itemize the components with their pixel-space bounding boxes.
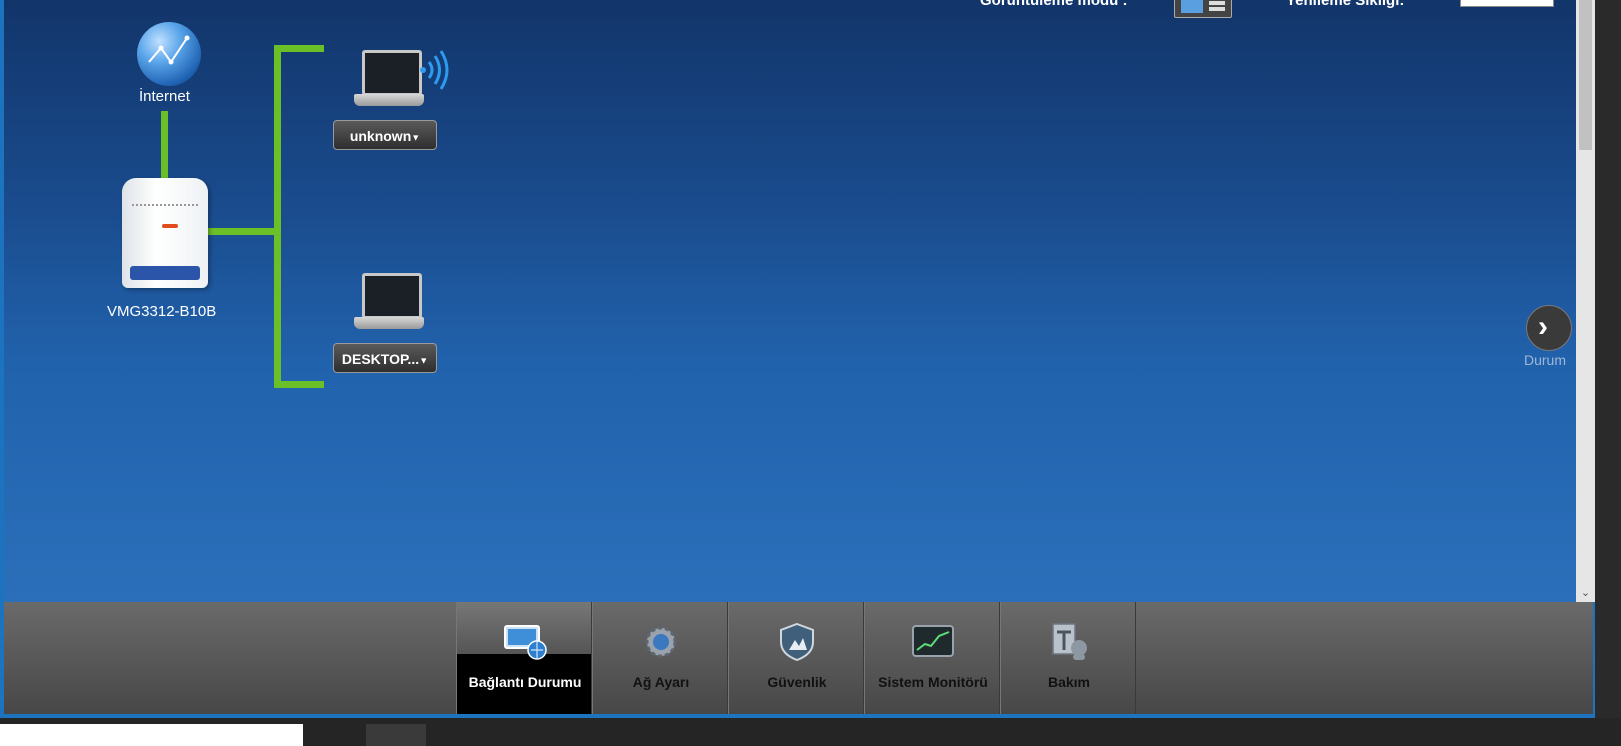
tab-label: Güvenlik [767,674,827,690]
tab-maintenance[interactable]: Bakım [1000,602,1136,714]
tab-connection-status[interactable]: Bağlantı Durumu [456,602,592,714]
taskbar-search[interactable] [0,724,303,746]
wifi-icon [420,50,449,90]
chevron-down-icon: ▼ [411,132,421,143]
router-icon[interactable] [122,178,208,288]
maintenance-icon [1052,623,1087,660]
app-frame: Görüntüleme modu : Yenileme Sıklığı: İnt… [0,0,1595,718]
lan-bus [274,45,281,388]
internet-globe-icon[interactable] [137,22,201,86]
refresh-select[interactable] [1460,0,1554,7]
laptop-icon[interactable] [354,273,424,335]
network-map-panel: Görüntüleme modu : Yenileme Sıklığı: İnt… [4,0,1576,602]
vertical-scrollbar[interactable]: ⌄ [1576,0,1595,602]
tab-system-monitor[interactable]: Sistem Monitörü [864,602,1000,714]
tab-label: Ağ Ayarı [632,674,690,690]
device-name: DESKTOP... [341,351,420,367]
taskbar-item[interactable] [366,724,426,746]
tab-network-settings[interactable]: Ağ Ayarı [592,602,728,714]
chevron-right-icon: › [1538,310,1548,343]
view-mode-toggle[interactable] [1174,0,1232,18]
internet-label: İnternet [139,88,190,105]
taskbar [0,718,1621,746]
shield-icon [780,622,814,662]
gear-icon [645,626,677,658]
tab-label: Bakım [1047,674,1091,690]
lan-branch-top [274,45,324,52]
next-status-label: Durum [1524,352,1567,368]
chevron-down-icon: ▼ [419,355,429,366]
router-label: VMG3312-B10B [107,303,217,320]
bottom-nav: Bağlantı Durumu Ağ Ayarı Güvenlik Sistem… [4,602,1593,714]
device-name: unknown [349,128,412,144]
scroll-thumb[interactable] [1579,0,1592,150]
view-mode-label: Görüntüleme modu : [980,0,1128,9]
connection-status-icon [504,625,547,660]
tab-label: Sistem Monitörü [878,674,988,690]
scroll-down-icon[interactable]: ⌄ [1576,584,1595,602]
router-link [206,228,276,235]
lan-branch-bottom [274,381,324,388]
device-dropdown-unknown[interactable]: unknown▼ [333,120,437,150]
laptop-icon[interactable] [354,50,424,112]
refresh-label: Yenileme Sıklığı: [1286,0,1405,9]
monitor-chart-icon [912,625,954,657]
device-dropdown-desktop[interactable]: DESKTOP...▼ [333,343,437,373]
tab-label: Bağlantı Durumu [468,674,582,690]
tab-security[interactable]: Güvenlik [728,602,864,714]
internet-link [161,111,168,179]
next-status-button[interactable]: › [1526,305,1572,351]
